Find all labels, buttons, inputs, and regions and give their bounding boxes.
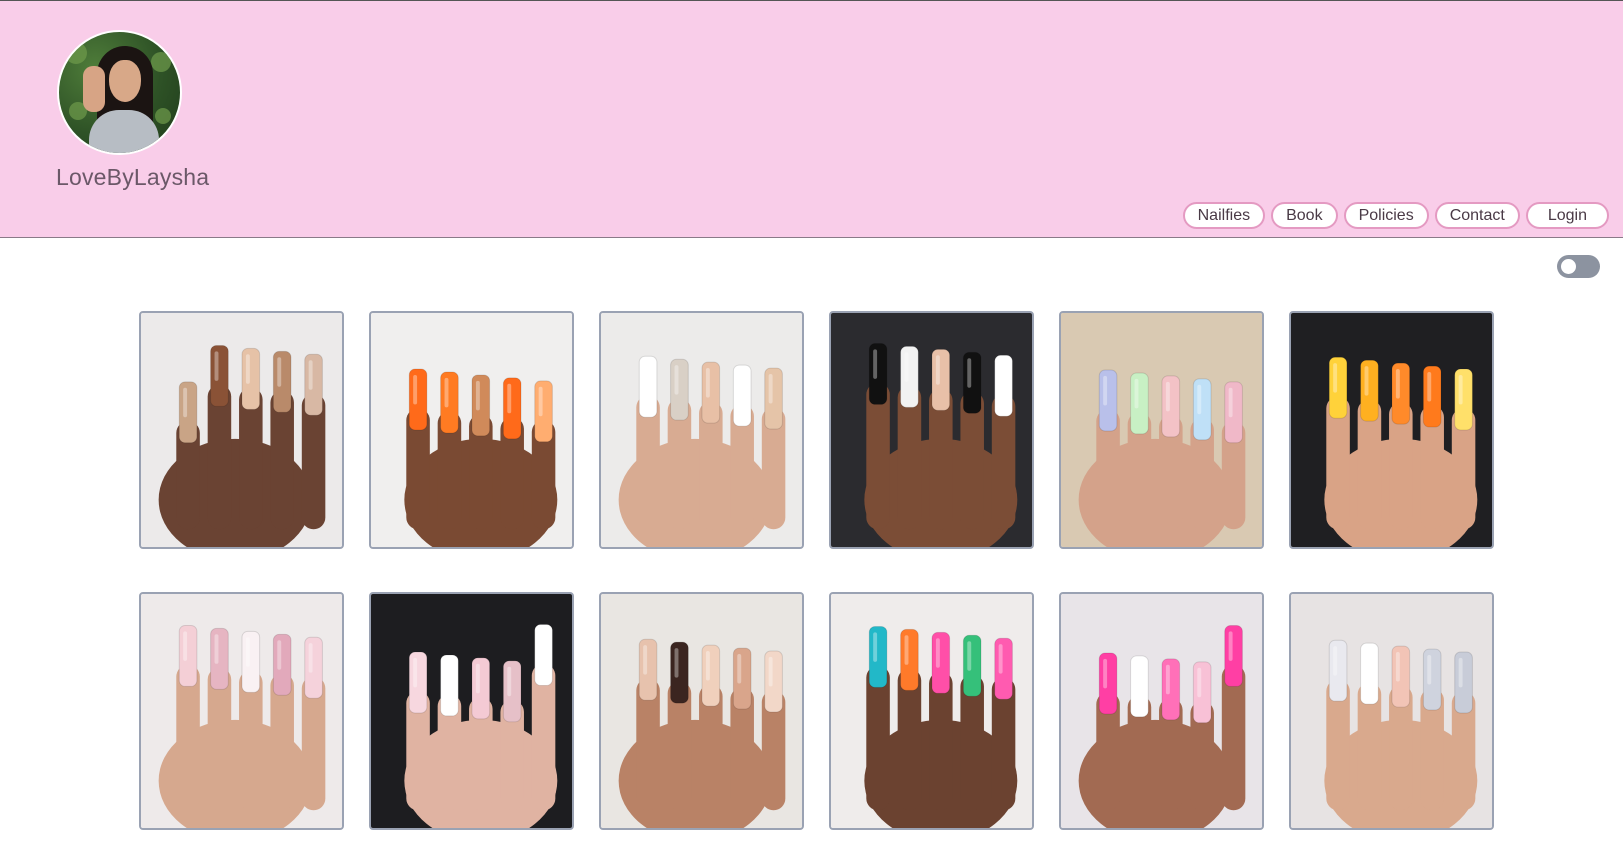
profile-avatar[interactable] (57, 30, 182, 155)
nail-photo-image (1291, 313, 1492, 547)
theme-toggle-switch[interactable] (1557, 255, 1600, 278)
nail-photo-image (601, 594, 802, 828)
nav-contact-button[interactable]: Contact (1434, 202, 1520, 229)
nail-photo-image (371, 594, 572, 828)
nail-photo-image (371, 313, 572, 547)
nail-photo[interactable] (829, 592, 1034, 830)
nail-photo[interactable] (1289, 311, 1494, 549)
nail-photo[interactable] (599, 592, 804, 830)
nail-gallery (139, 311, 1494, 830)
nail-photo-image (831, 313, 1032, 547)
nail-photo-image (141, 594, 342, 828)
main-nav: Nailfies Book Policies Contact Login (1182, 202, 1609, 229)
nail-photo[interactable] (1289, 592, 1494, 830)
nail-photo-image (601, 313, 802, 547)
nail-photo[interactable] (369, 311, 574, 549)
nail-photo[interactable] (139, 592, 344, 830)
nav-nailfies-button[interactable]: Nailfies (1182, 202, 1266, 229)
nail-photo-image (831, 594, 1032, 828)
nail-photo-image (141, 313, 342, 547)
nail-photo[interactable] (369, 592, 574, 830)
nail-photo[interactable] (139, 311, 344, 549)
nail-photo[interactable] (1059, 311, 1264, 549)
header-banner: LoveByLaysha Nailfies Book Policies Cont… (0, 0, 1623, 238)
nav-policies-button[interactable]: Policies (1343, 202, 1429, 229)
nail-photo-image (1061, 313, 1262, 547)
nail-photo-image (1291, 594, 1492, 828)
nail-photo[interactable] (829, 311, 1034, 549)
toggle-knob (1561, 259, 1576, 274)
brand-name: LoveByLaysha (56, 164, 210, 190)
nail-photo-image (1061, 594, 1262, 828)
nav-book-button[interactable]: Book (1271, 202, 1338, 229)
nav-login-button[interactable]: Login (1525, 202, 1609, 229)
nail-photo[interactable] (599, 311, 804, 549)
nail-photo[interactable] (1059, 592, 1264, 830)
